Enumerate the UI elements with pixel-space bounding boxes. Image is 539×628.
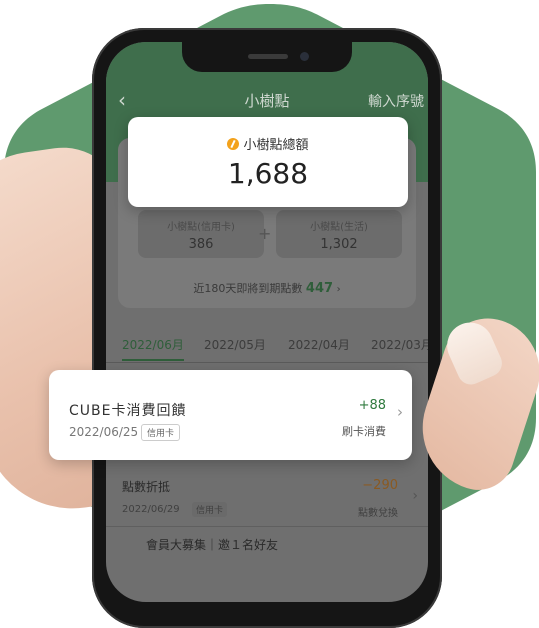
- chevron-right-icon: ›: [397, 403, 403, 421]
- credit-points-value: 386: [188, 237, 214, 252]
- credit-points-box: 小樹點(信用卡) 386: [138, 210, 264, 258]
- item-amount: −290: [362, 478, 398, 493]
- front-camera: [300, 52, 309, 61]
- tab-2022-05[interactable]: 2022/05月: [204, 336, 266, 353]
- item-type: 點數兌換: [358, 508, 398, 519]
- life-points-box: 小樹點(生活) 1,302: [276, 210, 402, 258]
- tab-2022-04[interactable]: 2022/04月: [288, 336, 350, 353]
- item-tag: 信用卡: [192, 502, 228, 517]
- transaction-type: 刷卡消費: [342, 425, 386, 438]
- month-tabs: 2022/06月 2022/05月 2022/04月 2022/03月: [106, 332, 428, 363]
- transaction-title: CUBE卡消費回饋: [69, 403, 187, 419]
- life-points-value: 1,302: [320, 237, 358, 252]
- coin-icon: [227, 138, 240, 150]
- expiring-label: 近180天即將到期點數: [193, 282, 303, 295]
- list-item[interactable]: 會員大募集｜邀１名好友: [106, 536, 428, 553]
- transaction-tag: 信用卡: [141, 424, 181, 441]
- transaction-amount: +88: [358, 398, 386, 413]
- highlight-transaction-card[interactable]: CUBE卡消費回饋 2022/06/25 信用卡 +88 刷卡消費 ›: [49, 370, 412, 460]
- total-points-card: 小樹點總額 1,688: [128, 117, 408, 207]
- life-points-label: 小樹點(生活): [310, 222, 368, 233]
- speaker-grille: [248, 54, 288, 59]
- total-points-label-row: 小樹點總額: [128, 134, 408, 153]
- transaction-date: 2022/06/25: [69, 425, 139, 439]
- total-points-value: 1,688: [227, 157, 309, 190]
- total-points-label: 小樹點總額: [243, 138, 309, 153]
- item-title: 會員大募集｜邀１名好友: [146, 538, 279, 552]
- item-date: 2022/06/29: [122, 504, 180, 515]
- list-item[interactable]: 點數折抵 2022/06/29 信用卡 −290 點數兌換 ›: [106, 470, 428, 527]
- tab-2022-06[interactable]: 2022/06月: [122, 336, 184, 361]
- expiring-points-row[interactable]: 近180天即將到期點數 447 ›: [106, 280, 428, 296]
- chevron-right-icon: ›: [336, 284, 341, 295]
- item-title: 點數折抵: [122, 480, 171, 494]
- plus-sign: +: [258, 224, 272, 243]
- chevron-right-icon: ›: [412, 488, 418, 504]
- tab-2022-03[interactable]: 2022/03月: [371, 336, 428, 353]
- enter-code-button[interactable]: 輸入序號: [368, 91, 424, 111]
- credit-points-label: 小樹點(信用卡): [167, 222, 235, 233]
- expiring-value: 447: [305, 281, 334, 296]
